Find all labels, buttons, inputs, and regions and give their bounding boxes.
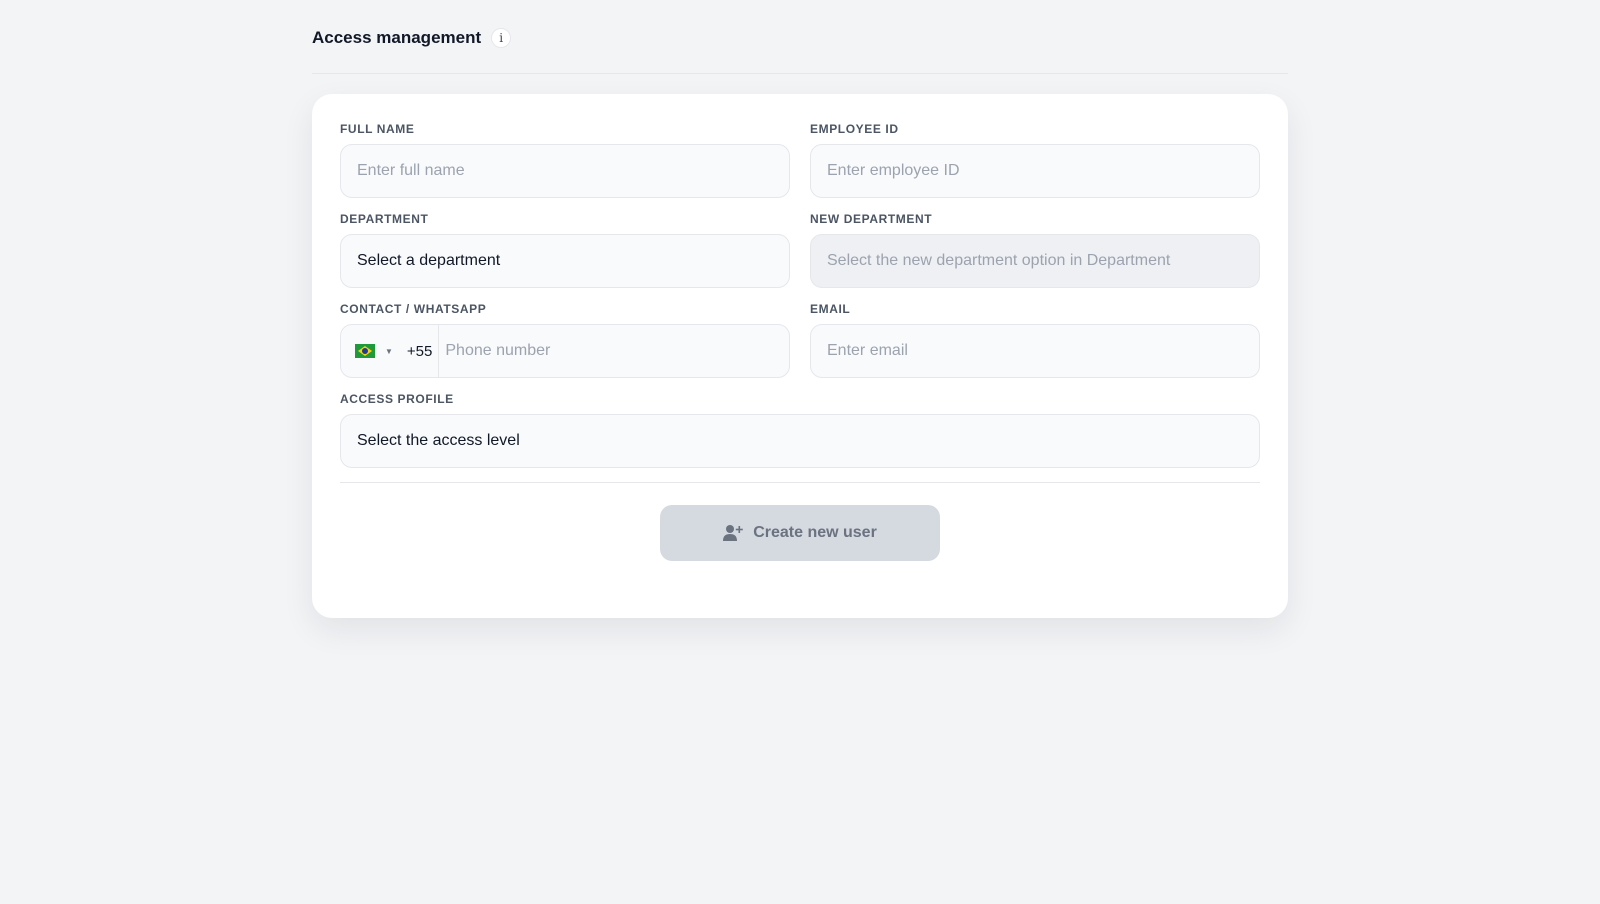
form-row: FULL NAME Enter full name EMPLOYEE ID En… bbox=[340, 122, 1260, 198]
full-name-label: FULL NAME bbox=[340, 122, 415, 136]
new-department-field: NEW DEPARTMENT Select the new department… bbox=[810, 212, 1260, 288]
email-input[interactable]: Enter email bbox=[810, 324, 1260, 378]
info-icon[interactable]: i bbox=[491, 27, 512, 48]
phone-number-input[interactable]: Phone number bbox=[439, 342, 550, 360]
access-profile-select[interactable]: Select the access level bbox=[340, 414, 1260, 468]
divider bbox=[340, 482, 1260, 483]
access-profile-field: ACCESS PROFILE Select the access level bbox=[340, 392, 1260, 468]
create-user-label: Create new user bbox=[753, 524, 877, 541]
employee-id-placeholder: Enter employee ID bbox=[827, 162, 960, 179]
user-form-card: FULL NAME Enter full name EMPLOYEE ID En… bbox=[312, 94, 1288, 618]
contact-label: CONTACT / WHATSAPP bbox=[340, 302, 487, 316]
actions: Create new user bbox=[340, 505, 1260, 561]
access-profile-label: ACCESS PROFILE bbox=[340, 392, 454, 406]
user-plus-icon bbox=[723, 525, 743, 541]
email-field: EMAIL Enter email bbox=[810, 302, 1260, 378]
email-placeholder: Enter email bbox=[827, 342, 908, 359]
full-name-placeholder: Enter full name bbox=[357, 162, 465, 179]
email-label: EMAIL bbox=[810, 302, 851, 316]
new-department-input: Select the new department option in Depa… bbox=[810, 234, 1260, 288]
chevron-down-icon: ▼ bbox=[385, 346, 393, 356]
new-department-placeholder: Select the new department option in Depa… bbox=[827, 252, 1171, 269]
dial-code: +55 bbox=[406, 342, 433, 360]
form-row: ACCESS PROFILE Select the access level bbox=[340, 392, 1260, 468]
country-code-select[interactable]: ▼ +55 bbox=[341, 325, 440, 377]
brazil-flag-icon bbox=[355, 344, 375, 358]
access-profile-value: Select the access level bbox=[357, 432, 520, 449]
department-label: DEPARTMENT bbox=[340, 212, 429, 226]
department-select[interactable]: Select a department bbox=[340, 234, 790, 288]
access-management-page: Access management i FULL NAME Enter full… bbox=[312, 0, 1288, 618]
full-name-field: FULL NAME Enter full name bbox=[340, 122, 790, 198]
employee-id-input[interactable]: Enter employee ID bbox=[810, 144, 1260, 198]
employee-id-field: EMPLOYEE ID Enter employee ID bbox=[810, 122, 1260, 198]
department-value: Select a department bbox=[357, 252, 501, 269]
form-row: CONTACT / WHATSAPP ▼ +55 Phone number EM… bbox=[340, 302, 1260, 378]
form-row: DEPARTMENT Select a department NEW DEPAR… bbox=[340, 212, 1260, 288]
new-department-label: NEW DEPARTMENT bbox=[810, 212, 933, 226]
department-field: DEPARTMENT Select a department bbox=[340, 212, 790, 288]
page-header: Access management i bbox=[312, 0, 1288, 74]
page-title: Access management bbox=[312, 27, 482, 47]
contact-field: CONTACT / WHATSAPP ▼ +55 Phone number bbox=[340, 302, 790, 378]
create-user-button[interactable]: Create new user bbox=[660, 505, 940, 561]
phone-input-group: ▼ +55 Phone number bbox=[340, 324, 790, 378]
full-name-input[interactable]: Enter full name bbox=[340, 144, 790, 198]
employee-id-label: EMPLOYEE ID bbox=[810, 122, 899, 136]
